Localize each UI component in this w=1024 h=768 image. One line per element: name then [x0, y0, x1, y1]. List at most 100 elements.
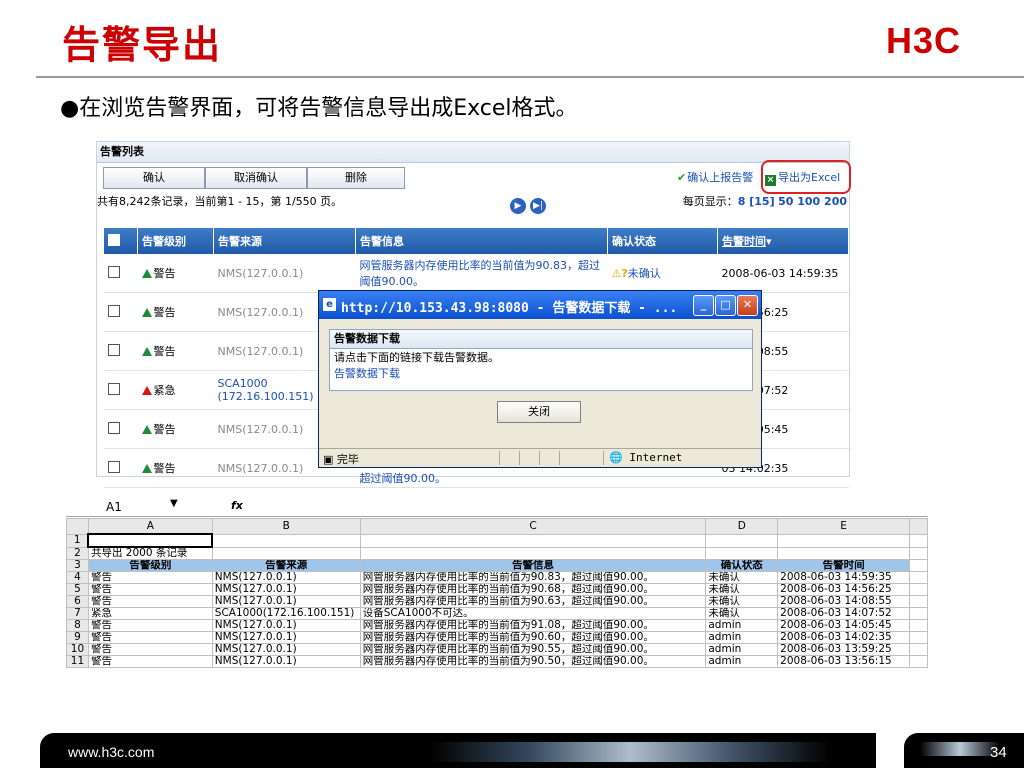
cell[interactable] [211, 546, 361, 560]
cell[interactable] [909, 619, 928, 632]
cell[interactable]: 网管服务器内存使用比率的当前值为90.68，超过阈值90.00。 [359, 583, 707, 596]
col-info[interactable]: 告警信息 [355, 228, 608, 254]
cell[interactable]: NMS(127.0.0.1) [211, 571, 361, 584]
cell[interactable]: 网管服务器内存使用比率的当前值为90.60，超过阈值90.00。 [359, 631, 707, 644]
per-page-current[interactable]: 8 [15] [738, 195, 775, 208]
row-number[interactable]: 10 [66, 643, 89, 656]
cell[interactable]: 网管服务器内存使用比率的当前值为91.08，超过阈值90.00。 [359, 619, 707, 632]
cell[interactable] [705, 546, 779, 560]
cell[interactable] [777, 533, 911, 548]
cell[interactable]: admin [705, 655, 779, 668]
popup-titlebar[interactable]: e http://10.153.43.98:8080 - 告警数据下载 - ..… [319, 291, 761, 319]
col-header-d[interactable]: D [705, 518, 779, 535]
cell[interactable]: admin [705, 643, 779, 656]
row-number[interactable]: 6 [66, 595, 89, 608]
row-number[interactable]: 4 [66, 571, 89, 584]
cell[interactable]: 2008-06-03 14:02:35 [777, 631, 911, 644]
cell[interactable] [705, 533, 779, 548]
cell[interactable] [211, 533, 361, 548]
cell[interactable] [909, 643, 928, 656]
row-checkbox[interactable] [108, 460, 120, 473]
cell[interactable]: 未确认 [705, 583, 779, 596]
download-link[interactable]: 告警数据下载 [330, 366, 752, 381]
corner-cell[interactable] [66, 518, 89, 535]
row-checkbox[interactable] [108, 304, 120, 317]
cell[interactable] [909, 583, 928, 596]
col-header-c[interactable]: C [359, 518, 707, 535]
cell[interactable]: 警告 [87, 631, 213, 644]
per-page-options[interactable]: 50 100 200 [778, 195, 847, 208]
cell[interactable]: 警告 [87, 595, 213, 608]
cell[interactable]: 2008-06-03 14:07:52 [777, 607, 911, 620]
row-checkbox[interactable] [108, 343, 120, 356]
row-number[interactable]: 11 [66, 655, 89, 668]
cell[interactable]: 警告 [87, 571, 213, 584]
table-row[interactable]: 警告 NMS(127.0.0.1) 网管服务器内存使用比率的当前值为90.83，… [104, 254, 849, 293]
row-checkbox[interactable] [108, 265, 120, 278]
name-box[interactable]: A1 [106, 500, 122, 514]
close-icon[interactable]: ✕ [737, 295, 758, 316]
cell[interactable]: 警告 [87, 619, 213, 632]
export-summary-cell[interactable]: 共导出 2000 条记录 [87, 546, 213, 560]
cell[interactable] [909, 546, 928, 560]
header-cell[interactable]: 确认状态 [705, 559, 779, 572]
fx-icon[interactable]: fx [231, 499, 243, 512]
row-number[interactable]: 2 [66, 546, 89, 560]
col-header-a[interactable]: A [87, 518, 213, 535]
cell[interactable]: 2008-06-03 13:59:25 [777, 643, 911, 656]
col-time[interactable]: 告警时间▾ [717, 228, 849, 254]
cell[interactable]: 警告 [87, 655, 213, 668]
last-page-icon[interactable]: ▶| [530, 198, 546, 214]
cell[interactable]: 2008-06-03 14:05:45 [777, 619, 911, 632]
delete-button[interactable]: 删除 [307, 167, 405, 189]
header-cell[interactable]: 告警时间 [777, 559, 911, 572]
cell[interactable]: NMS(127.0.0.1) [211, 619, 361, 632]
cell[interactable]: NMS(127.0.0.1) [211, 655, 361, 668]
cell[interactable] [909, 595, 928, 608]
popup-close-button[interactable]: 关闭 [497, 401, 581, 423]
cell[interactable]: 2008-06-03 14:59:35 [777, 571, 911, 584]
cell[interactable] [909, 571, 928, 584]
cancel-confirm-button[interactable]: 取消确认 [205, 167, 307, 189]
row-number[interactable]: 7 [66, 607, 89, 620]
cell[interactable]: 未确认 [705, 595, 779, 608]
maximize-icon[interactable]: □ [715, 295, 736, 316]
row-checkbox[interactable] [108, 421, 120, 434]
alarm-info[interactable]: 网管服务器内存使用比率的当前值为90.83，超过阈值90.00。 [355, 254, 608, 293]
cell[interactable]: 网管服务器内存使用比率的当前值为90.63，超过阈值90.00。 [359, 595, 707, 608]
row-number[interactable]: 3 [66, 559, 89, 572]
select-all-checkbox[interactable] [108, 233, 120, 246]
export-excel-link[interactable]: × 导出为Excel [765, 169, 840, 186]
cell[interactable]: NMS(127.0.0.1) [211, 595, 361, 608]
cell[interactable] [909, 655, 928, 668]
minimize-icon[interactable]: _ [693, 295, 714, 316]
cell[interactable]: 未确认 [705, 607, 779, 620]
confirm-button[interactable]: 确认 [103, 167, 205, 189]
header-cell[interactable]: 告警级别 [87, 559, 213, 572]
cell[interactable]: SCA1000(172.16.100.151) [211, 607, 361, 620]
cell[interactable]: 警告 [87, 643, 213, 656]
row-number[interactable]: 9 [66, 631, 89, 644]
footer-url[interactable]: www.h3c.com [68, 744, 154, 760]
cell[interactable] [777, 546, 911, 560]
cell[interactable]: 2008-06-03 14:56:25 [777, 583, 911, 596]
cell[interactable]: 设备SCA1000不可达。 [359, 607, 707, 620]
cell[interactable]: admin [705, 631, 779, 644]
cell[interactable]: 未确认 [705, 571, 779, 584]
cell[interactable] [359, 533, 707, 548]
cell[interactable]: NMS(127.0.0.1) [211, 643, 361, 656]
cell[interactable] [909, 533, 928, 548]
cell[interactable]: 警告 [87, 583, 213, 596]
row-number[interactable]: 5 [66, 583, 89, 596]
cell[interactable]: 紧急 [87, 607, 213, 620]
col-header-e[interactable]: E [777, 518, 911, 535]
confirm-report-link[interactable]: ✔确认上报告警 [677, 169, 753, 185]
next-page-icon[interactable]: ▶ [510, 198, 526, 214]
row-checkbox[interactable] [108, 382, 120, 395]
col-source[interactable]: 告警来源 [213, 228, 356, 254]
name-box-dropdown-icon[interactable]: ▼ [170, 498, 178, 509]
cell[interactable]: 网管服务器内存使用比率的当前值为90.83，超过阈值90.00。 [359, 571, 707, 584]
cell[interactable]: NMS(127.0.0.1) [211, 583, 361, 596]
cell[interactable] [909, 559, 928, 572]
col-status[interactable]: 确认状态 [607, 228, 718, 254]
